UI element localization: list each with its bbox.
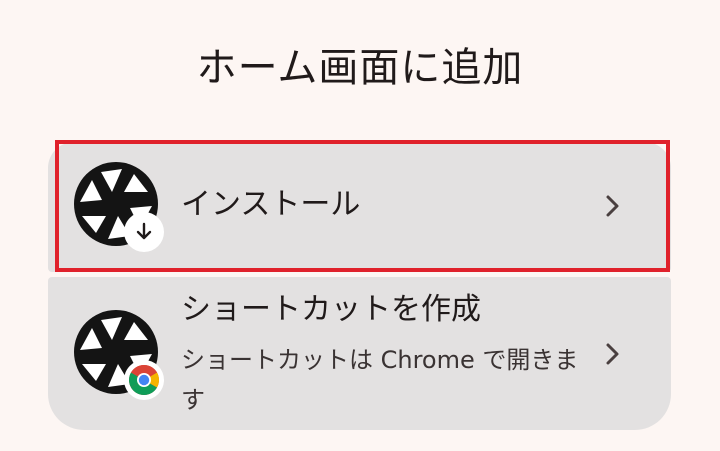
create-shortcut-option[interactable]: ショートカットを作成 ショートカットは Chrome で開きます: [48, 277, 671, 430]
add-to-home-screen-dialog: ホーム画面に追加 インストール ショートカットを作成 ショートカットは Chro…: [0, 0, 720, 451]
download-badge: [124, 212, 164, 252]
app-icon: [74, 162, 164, 252]
create-shortcut-description: ショートカットは Chrome で開きます: [181, 346, 579, 414]
chevron-right-icon: [606, 343, 619, 365]
create-shortcut-label: ショートカットを作成: [181, 292, 481, 327]
chrome-badge: [124, 360, 164, 400]
dialog-title: ホーム画面に追加: [196, 45, 524, 91]
chrome-icon: [128, 364, 160, 396]
app-icon: [74, 310, 164, 400]
install-option[interactable]: インストール: [48, 142, 671, 272]
download-arrow-icon: [136, 222, 152, 240]
install-label: インストール: [181, 187, 361, 222]
chevron-right-icon: [606, 195, 619, 217]
